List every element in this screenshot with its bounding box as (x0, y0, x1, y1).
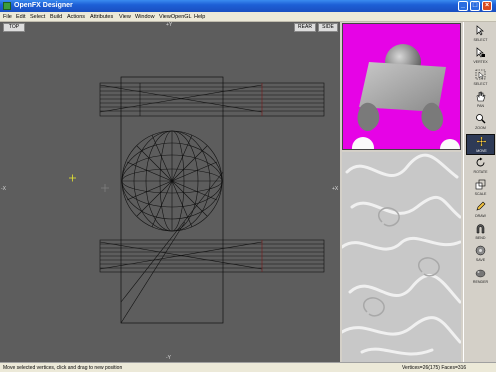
minimize-button[interactable]: _ (458, 1, 468, 11)
tool-select[interactable]: SELECT (466, 24, 495, 45)
title-bar: OpenFX Designer _ □ × (0, 0, 496, 12)
maximize-button[interactable]: □ (470, 1, 480, 11)
tool-draw[interactable]: DRAW (466, 200, 495, 221)
tool-label: SELECT (473, 82, 488, 86)
save-icon (475, 245, 486, 256)
tool-label: PAN (476, 104, 485, 108)
tool-zoom[interactable]: ZOOM (466, 112, 495, 133)
status-bar: Move selected vertices, click and drag t… (0, 362, 496, 372)
tool-select-box[interactable]: SELECT (466, 68, 495, 89)
close-button[interactable]: × (482, 1, 492, 11)
select-arrow-icon (476, 25, 484, 36)
window-title: OpenFX Designer (14, 2, 73, 9)
tool-label: SAVE (475, 258, 486, 262)
tool-pan[interactable]: PAN (466, 90, 495, 111)
menu-actions[interactable]: Actions (67, 13, 85, 21)
tool-label: SELECT (473, 38, 488, 42)
zoom-magnifier-icon (476, 114, 486, 124)
tool-palette: SELECT VERTEX SELECT PAN ZOOM MOVE ROTAT… (463, 22, 496, 362)
tool-label: MOVE (476, 149, 487, 153)
opengl-preview[interactable] (342, 23, 461, 150)
menu-bar: File Edit Select Build Actions Attribute… (0, 12, 496, 22)
origin-marker (101, 184, 109, 192)
menu-viewopengl[interactable]: ViewOpenGL (159, 13, 192, 21)
rotate-icon (476, 157, 485, 167)
swirl-pattern (342, 153, 461, 356)
menu-build[interactable]: Build (50, 13, 62, 21)
3d-cursor (69, 174, 76, 182)
sphere-wireframe (121, 130, 223, 232)
tool-save[interactable]: SAVE (466, 244, 495, 265)
tool-label: SCALE (474, 192, 487, 196)
background-pattern (342, 152, 461, 362)
vertex-arrow-icon (476, 47, 485, 58)
tool-label: BEND (475, 236, 486, 240)
status-counts: Vertices=26(175) Faces=316 (402, 365, 467, 371)
lower-bar-wireframe (99, 239, 325, 273)
menu-file[interactable]: File (3, 13, 12, 21)
pan-hand-icon (476, 91, 486, 102)
menu-attributes[interactable]: Attributes (90, 13, 113, 21)
tool-label: ZOOM (475, 126, 486, 130)
menu-help[interactable]: Help (194, 13, 205, 21)
menu-select[interactable]: Select (30, 13, 45, 21)
tool-label: DRAW (475, 214, 486, 218)
tool-label: VERTEX (473, 60, 488, 64)
tool-rotate[interactable]: ROTATE (466, 156, 495, 177)
tool-move[interactable]: MOVE (466, 134, 495, 155)
app-icon (3, 2, 11, 10)
bend-magnet-icon (476, 224, 485, 234)
tool-vertex[interactable]: VERTEX (466, 46, 495, 67)
menu-view[interactable]: View (119, 13, 131, 21)
tool-bend[interactable]: BEND (466, 222, 495, 243)
menu-edit[interactable]: Edit (16, 13, 25, 21)
move-cross-icon (476, 136, 487, 147)
preview-render (352, 44, 460, 149)
select-box-icon (475, 69, 486, 80)
tool-scale[interactable]: SCALE (466, 178, 495, 199)
scale-icon (475, 179, 486, 190)
wireframe-canvas[interactable] (0, 22, 340, 362)
tool-label: RENDER (472, 280, 489, 284)
draw-pencil-icon (476, 201, 486, 211)
tool-render[interactable]: RENDER (466, 266, 495, 287)
render-teapot-icon (475, 269, 486, 278)
status-message: Move selected vertices, click and drag t… (3, 365, 123, 371)
menu-window[interactable]: Window (135, 13, 155, 21)
tool-label: ROTATE (473, 170, 488, 174)
top-viewport[interactable]: TOP REAR SIDE +Y -Y -X +X (0, 22, 340, 362)
upper-bar-wireframe (99, 82, 325, 117)
